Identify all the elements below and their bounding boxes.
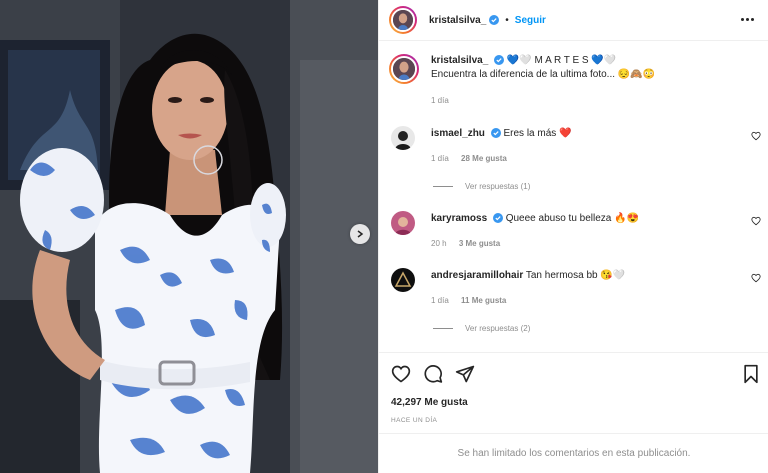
view-replies-button[interactable]: Ver respuestas (2): [433, 324, 530, 333]
comment-time[interactable]: 1 día: [431, 154, 449, 163]
caption-text: Encuentra la diferencia de la ultima fot…: [431, 69, 656, 80]
comment-likes[interactable]: 28 Me gusta: [461, 154, 507, 163]
caption-title: 💙🤍 M A R T E S 💙🤍: [506, 55, 617, 66]
more-options-icon[interactable]: [741, 14, 755, 24]
post-caption: kristalsilva_ 💙🤍 M A R T E S 💙🤍 Encuentr…: [389, 54, 655, 84]
comment-username[interactable]: karyramoss: [431, 213, 487, 224]
share-paper-plane-icon[interactable]: [455, 364, 475, 384]
author-username[interactable]: kristalsilva_: [429, 15, 486, 26]
comment-text: Queee abuso tu belleza 🔥😍: [505, 213, 640, 224]
comment-text: Tan hermosa bb 😘🤍: [525, 270, 626, 281]
like-comment-heart-icon[interactable]: [751, 216, 761, 226]
post-side-panel: kristalsilva_ • Seguir kristalsilva_ 💙🤍 …: [378, 0, 768, 473]
post-actions: 42,297 Me gusta HACE UN DÍA: [379, 352, 768, 442]
comments-list[interactable]: kristalsilva_ 💙🤍 M A R T E S 💙🤍 Encuentr…: [379, 42, 768, 352]
verified-badge-icon: [489, 15, 500, 25]
verified-badge-icon: [490, 128, 501, 138]
follow-button[interactable]: Seguir: [515, 15, 546, 26]
commenter-avatar[interactable]: [391, 126, 415, 150]
comment-likes[interactable]: 11 Me gusta: [461, 296, 506, 305]
commenter-avatar[interactable]: [391, 211, 415, 235]
verified-badge-icon: [494, 55, 505, 65]
view-replies-label: Ver respuestas (1): [465, 182, 531, 191]
likes-count[interactable]: 42,297 Me gusta: [391, 397, 468, 408]
view-replies-label: Ver respuestas (2): [465, 324, 531, 333]
caption-username[interactable]: kristalsilva_: [431, 55, 488, 66]
caption-time[interactable]: 1 día: [431, 96, 449, 105]
like-comment-heart-icon[interactable]: [751, 131, 761, 141]
instagram-post-view: kristalsilva_ • Seguir kristalsilva_ 💙🤍 …: [0, 0, 768, 473]
author-avatar[interactable]: [389, 6, 417, 34]
comment-username[interactable]: andresjaramillohair: [431, 270, 523, 281]
view-replies-button[interactable]: Ver respuestas (1): [433, 182, 530, 191]
comment-time[interactable]: 1 día: [431, 296, 449, 305]
like-heart-icon[interactable]: [391, 364, 411, 384]
next-photo-button[interactable]: [350, 224, 370, 244]
post-photo[interactable]: [0, 0, 378, 473]
post-timestamp[interactable]: HACE UN DÍA: [391, 417, 437, 424]
comment-bubble-icon[interactable]: [423, 364, 443, 384]
chevron-right-icon: [357, 230, 364, 238]
comment-time[interactable]: 20 h: [431, 239, 447, 248]
like-comment-heart-icon[interactable]: [751, 273, 761, 283]
save-bookmark-icon[interactable]: [741, 364, 761, 384]
post-header: kristalsilva_ • Seguir: [379, 0, 768, 41]
header-separator: •: [505, 14, 509, 26]
comment-username[interactable]: ismael_zhu: [431, 128, 485, 139]
commenter-avatar[interactable]: [391, 268, 415, 292]
comment-likes[interactable]: 3 Me gusta: [459, 239, 500, 248]
post-image: [0, 0, 378, 473]
verified-badge-icon: [492, 213, 503, 223]
comments-limited-notice: Se han limitado los comentarios en esta …: [379, 433, 768, 473]
comment-text: Eres la más ❤️: [503, 128, 572, 139]
caption-avatar[interactable]: [389, 54, 419, 84]
